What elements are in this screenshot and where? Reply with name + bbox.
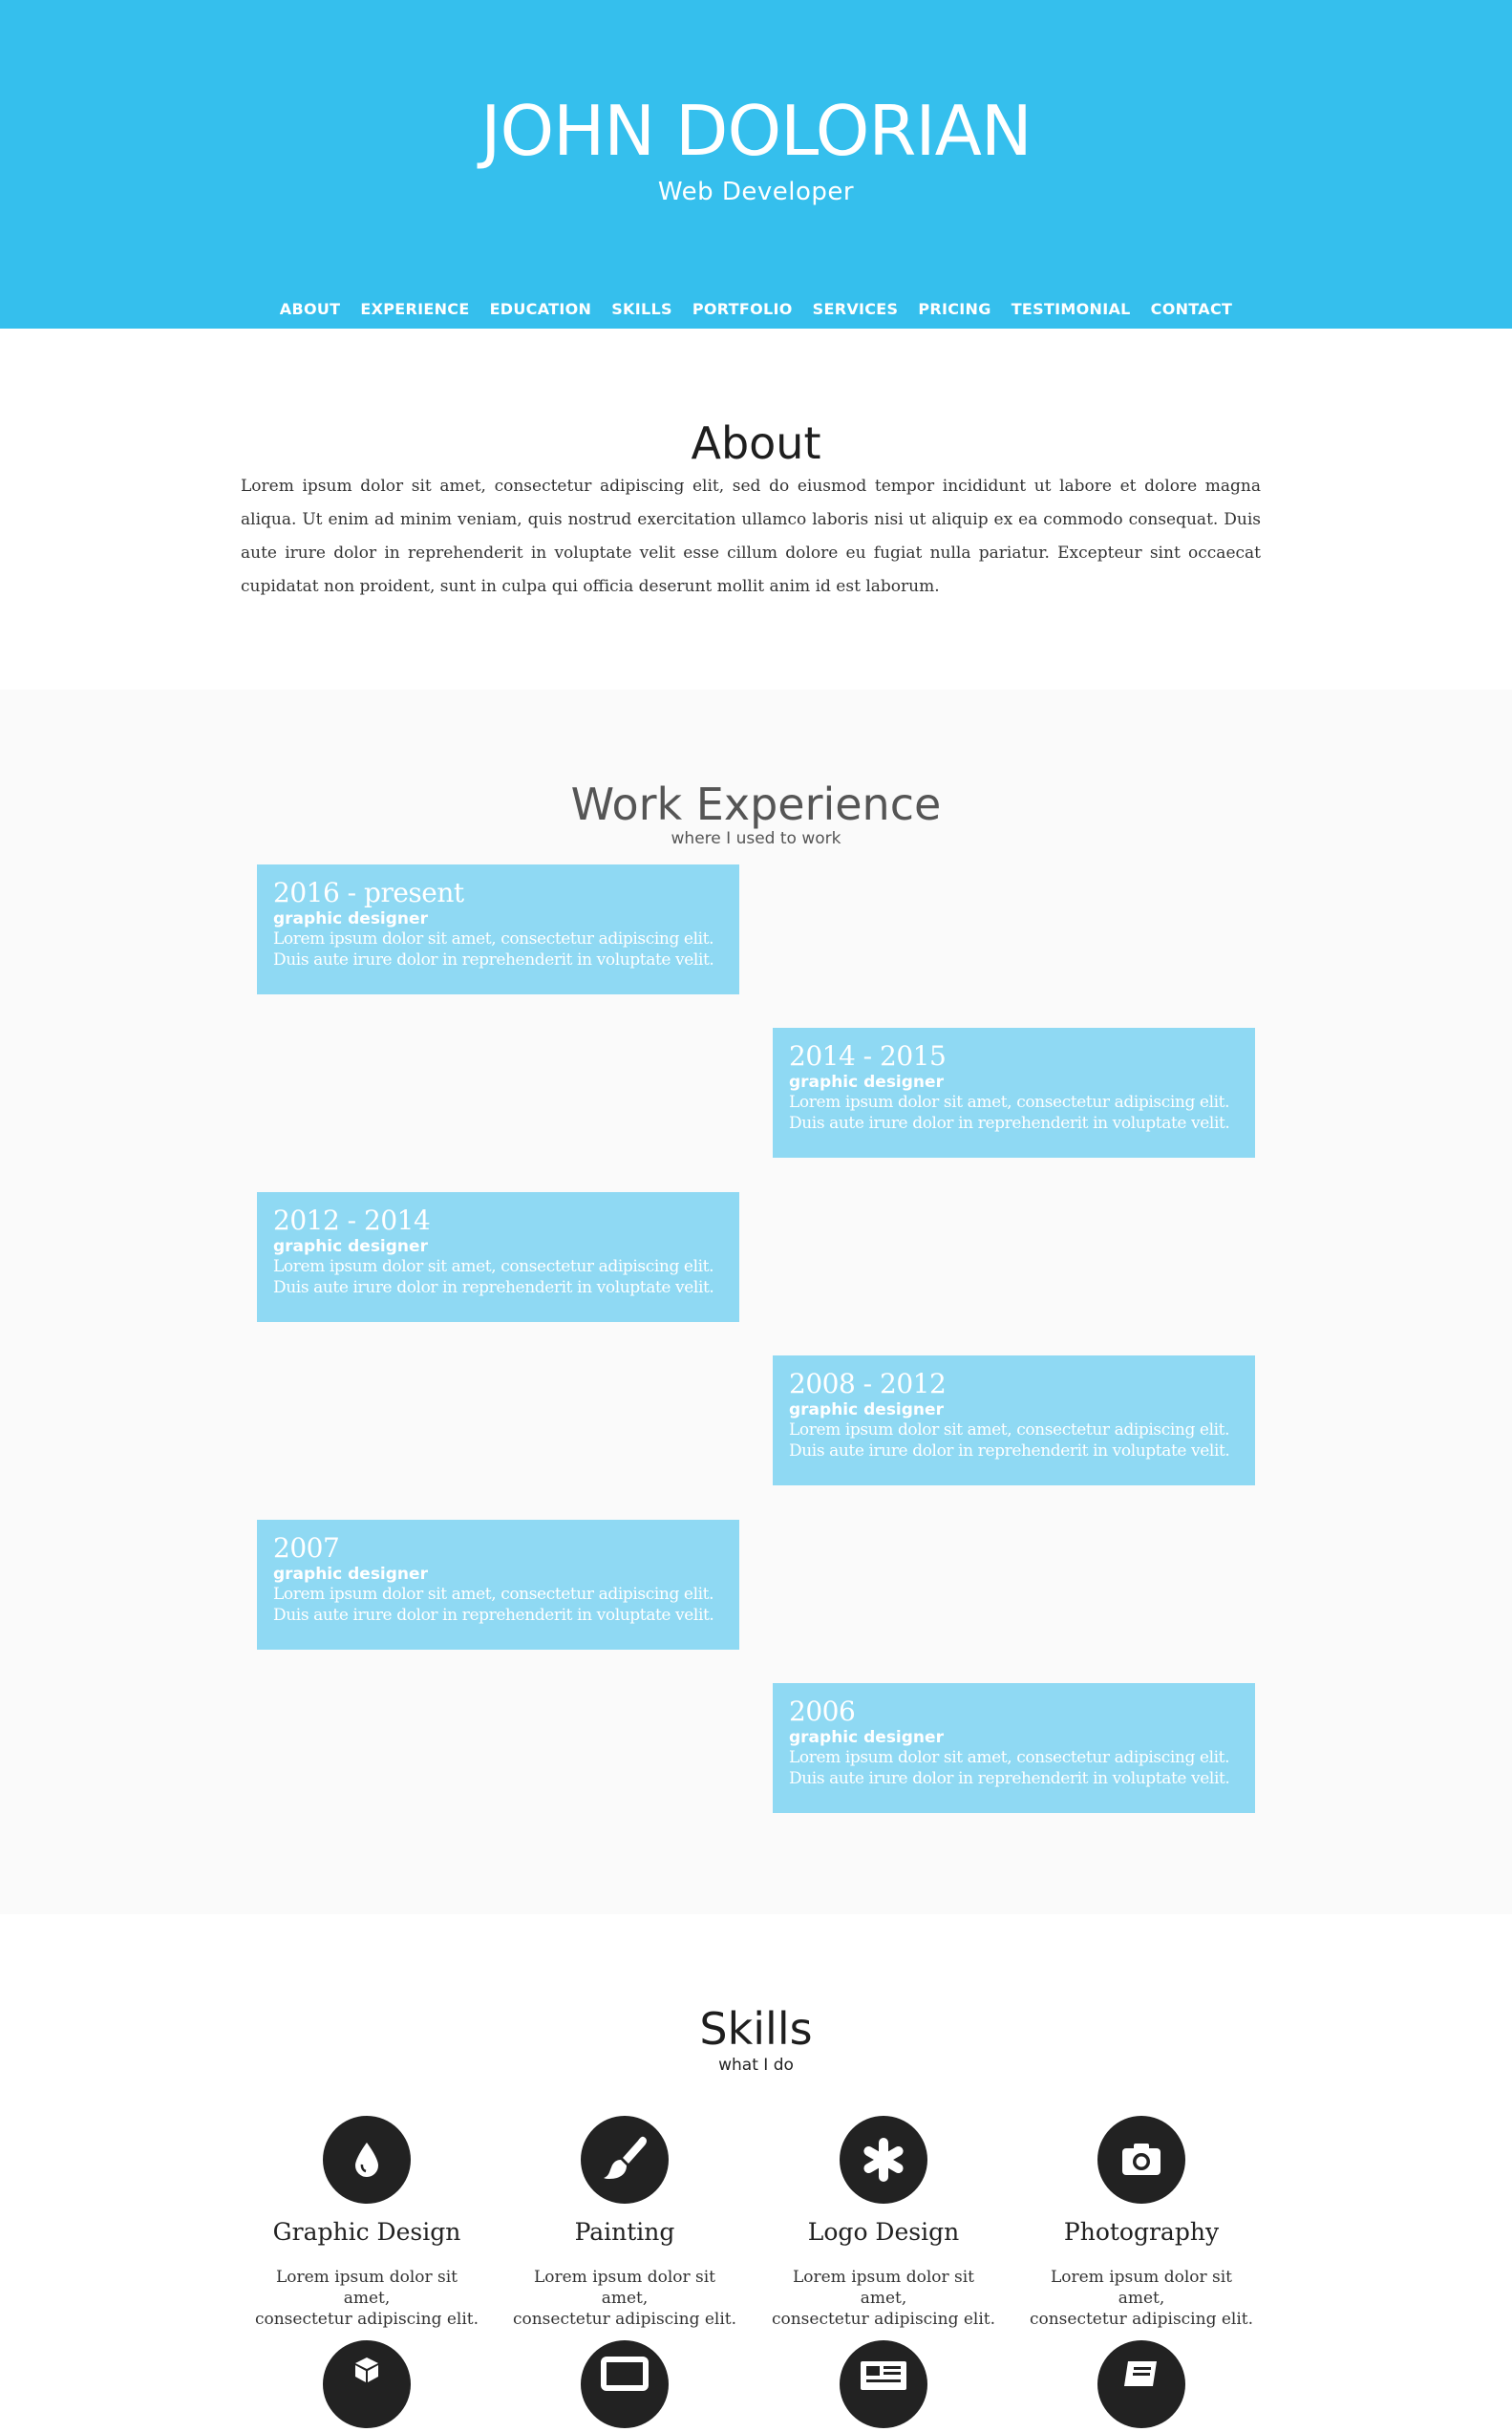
skill-desc: Lorem ipsum dolor sit amet, consectetur …	[1027, 2267, 1256, 2330]
skill-name: Logo Design	[807, 2218, 960, 2246]
skill-name: Painting	[574, 2218, 675, 2246]
job-desc-line: Duis aute irure dolor in reprehenderit i…	[789, 1441, 1230, 1461]
job-desc-line: Duis aute irure dolor in reprehenderit i…	[789, 1114, 1230, 1133]
job-desc-line: Lorem ipsum dolor sit amet, consectetur …	[789, 1093, 1230, 1112]
job-desc-line: Duis aute irure dolor in reprehenderit i…	[273, 1278, 714, 1297]
monitor-icon	[581, 2340, 669, 2428]
nav-about[interactable]: ABOUT	[280, 298, 341, 321]
skills-title: Skills	[699, 2003, 813, 2055]
nav-portfolio[interactable]: PORTFOLIO	[692, 298, 793, 321]
skill-desc: Lorem ipsum dolor sit amet, consectetur …	[252, 2267, 481, 2330]
job-card: 2007 graphic designer Lorem ipsum dolor …	[257, 1520, 739, 1650]
site-header: JOHN DOLORIAN Web Developer ABOUT EXPERI…	[0, 0, 1512, 329]
job-title: graphic designer	[789, 1073, 944, 1092]
job-years: 2007	[273, 1532, 340, 1564]
skill-card: Logo Design Lorem ipsum dolor sit amet, …	[769, 2116, 998, 2330]
job-title: graphic designer	[789, 1728, 944, 1747]
skills-section: Skills what I do Graphic Design Lorem ip…	[0, 1914, 1512, 2428]
skill-desc-line: Lorem ipsum dolor sit amet,	[792, 2268, 975, 2308]
job-years: 2006	[789, 1696, 856, 1727]
job-card: 2008 - 2012 graphic designer Lorem ipsum…	[773, 1355, 1255, 1485]
book-icon	[1097, 2340, 1185, 2428]
skill-desc-line: consectetur adipiscing elit.	[512, 2310, 737, 2329]
skill-desc-line: consectetur adipiscing elit.	[1029, 2310, 1254, 2329]
job-title: graphic designer	[273, 1565, 428, 1584]
main-nav: ABOUT EXPERIENCE EDUCATION SKILLS PORTFO…	[0, 298, 1512, 321]
skill-desc-line: consectetur adipiscing elit.	[771, 2310, 996, 2329]
skill-name: Graphic Design	[272, 2218, 461, 2246]
job-title: graphic designer	[273, 1237, 428, 1256]
experience-section: Work Experience where I used to work 201…	[0, 690, 1512, 1915]
experience-title: Work Experience	[570, 779, 942, 830]
skill-desc-line: Lorem ipsum dolor sit amet,	[533, 2268, 716, 2308]
job-desc-line: Lorem ipsum dolor sit amet, consectetur …	[273, 929, 714, 949]
job-desc-line: Duis aute irure dolor in reprehenderit i…	[273, 1606, 714, 1625]
job-desc-line: Lorem ipsum dolor sit amet, consectetur …	[789, 1420, 1230, 1440]
experience-subtitle: where I used to work	[671, 829, 841, 848]
skill-card: Photography Lorem ipsum dolor sit amet, …	[1027, 2116, 1256, 2330]
skills-subtitle: what I do	[718, 2056, 794, 2075]
site-subtitle: Web Developer	[657, 178, 855, 206]
job-desc-line: Duis aute irure dolor in reprehenderit i…	[789, 1769, 1230, 1788]
nav-services[interactable]: SERVICES	[813, 298, 899, 321]
newspaper-icon	[840, 2340, 927, 2428]
job-desc-line: Duis aute irure dolor in reprehenderit i…	[273, 950, 714, 970]
nav-pricing[interactable]: PRICING	[918, 298, 990, 321]
job-desc-line: Lorem ipsum dolor sit amet, consectetur …	[273, 1585, 714, 1604]
job-card: 2016 - present graphic designer Lorem ip…	[257, 864, 739, 994]
job-desc-line: Lorem ipsum dolor sit amet, consectetur …	[789, 1748, 1230, 1767]
job-years: 2016 - present	[273, 877, 464, 908]
nav-skills[interactable]: SKILLS	[611, 298, 672, 321]
job-title: graphic designer	[273, 909, 428, 928]
paintbrush-icon	[581, 2116, 669, 2204]
camera-icon	[1097, 2116, 1185, 2204]
job-card: 2012 - 2014 graphic designer Lorem ipsum…	[257, 1192, 739, 1322]
skill-name: Photography	[1063, 2218, 1220, 2246]
skill-card: Graphic Design Lorem ipsum dolor sit ame…	[252, 2116, 481, 2330]
drop-icon	[323, 2116, 411, 2204]
skill-desc-line: consectetur adipiscing elit.	[254, 2310, 479, 2329]
about-text: Lorem ipsum dolor sit amet, consectetur …	[241, 477, 1261, 596]
job-years: 2012 - 2014	[273, 1205, 431, 1236]
job-card: 2006 graphic designer Lorem ipsum dolor …	[773, 1683, 1255, 1813]
nav-contact[interactable]: CONTACT	[1151, 298, 1233, 321]
job-card: 2014 - 2015 graphic designer Lorem ipsum…	[773, 1028, 1255, 1158]
about-section: About Lorem ipsum dolor sit amet, consec…	[0, 329, 1512, 690]
skill-desc-line: Lorem ipsum dolor sit amet,	[1050, 2268, 1233, 2308]
nav-testimonial[interactable]: TESTIMONIAL	[1012, 298, 1131, 321]
site-title: JOHN DOLORIAN	[480, 91, 1033, 171]
skill-desc: Lorem ipsum dolor sit amet, consectetur …	[769, 2267, 998, 2330]
cubes-icon	[323, 2340, 411, 2428]
skill-desc: Lorem ipsum dolor sit amet, consectetur …	[510, 2267, 739, 2330]
nav-education[interactable]: EDUCATION	[490, 298, 592, 321]
job-desc-line: Lorem ipsum dolor sit amet, consectetur …	[273, 1257, 714, 1276]
job-years: 2008 - 2012	[789, 1368, 947, 1399]
skill-desc-line: Lorem ipsum dolor sit amet,	[275, 2268, 458, 2308]
asterisk-icon	[840, 2116, 927, 2204]
job-title: graphic designer	[789, 1400, 944, 1419]
job-years: 2014 - 2015	[789, 1040, 947, 1072]
skill-card: Painting Lorem ipsum dolor sit amet, con…	[510, 2116, 739, 2330]
nav-experience[interactable]: EXPERIENCE	[360, 298, 469, 321]
about-title: About	[691, 417, 821, 469]
